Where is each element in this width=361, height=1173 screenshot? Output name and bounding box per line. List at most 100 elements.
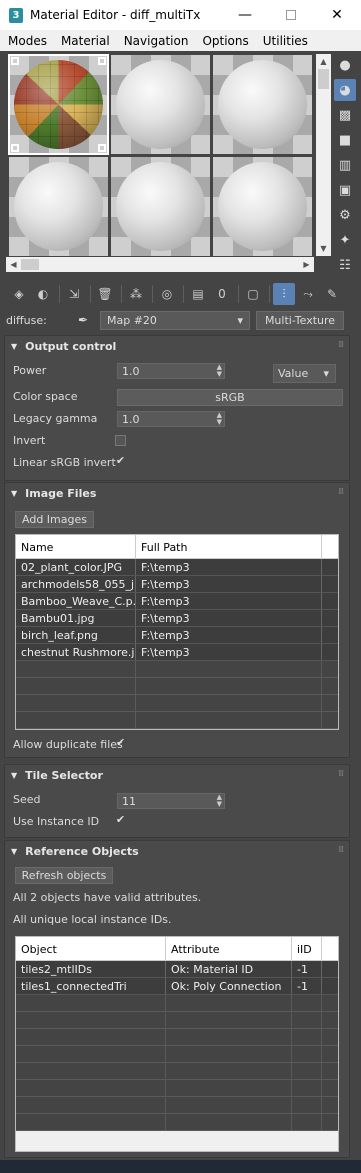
sample-slot-4[interactable]: [9, 157, 108, 256]
file-path-cell: F:\temp3: [136, 576, 322, 592]
make-unique-icon[interactable]: ⁂: [125, 283, 147, 305]
column-header-object[interactable]: Object: [16, 937, 166, 961]
show-end-result-icon[interactable]: ▢: [242, 283, 264, 305]
column-header-full-path[interactable]: Full Path: [136, 535, 322, 559]
map-name-combo[interactable]: Map #20 ▾: [100, 310, 250, 330]
video-color-check-icon[interactable]: ▥: [334, 154, 356, 176]
window-title: Material Editor - diff_multiTx: [30, 8, 201, 22]
image-files-table[interactable]: Name Full Path 02_plant_color.JPG F:\temp…: [15, 534, 339, 730]
map-name-row: diffuse: ✒ Map #20 ▾ Multi-Texture: [0, 309, 361, 331]
assign-to-selection-icon[interactable]: ⇲: [63, 283, 85, 305]
column-header-attribute[interactable]: Attribute: [166, 937, 292, 961]
color-space-button[interactable]: sRGB: [117, 389, 343, 406]
sample-slot-3[interactable]: [213, 55, 312, 154]
sphere-sample-icon[interactable]: ●: [334, 54, 356, 76]
slots-horizontal-scrollbar[interactable]: ◀ ▶: [6, 257, 314, 272]
table-row[interactable]: birch_leaf.png F:\temp3: [16, 627, 338, 644]
table-row[interactable]: 02_plant_color.JPG F:\temp3: [16, 559, 338, 576]
make-preview-icon[interactable]: ▣: [334, 179, 356, 201]
allow-duplicate-files-label: Allow duplicate files: [13, 738, 123, 751]
image-files-rollout: ▼ Image Files ⁞⁞ Add Images Name Full Pa…: [4, 482, 350, 758]
scroll-thumb[interactable]: [21, 259, 39, 270]
status-unique-ids: All unique local instance IDs.: [13, 913, 172, 926]
pick-material-icon[interactable]: ✎: [321, 283, 343, 305]
collapse-triangle-icon: ▼: [11, 846, 18, 856]
reference-objects-rollout: ▼ Reference Objects ⁞⁞ Refresh objects A…: [4, 840, 350, 1158]
file-path-cell: F:\temp3: [136, 559, 322, 575]
use-instance-id-checkbox[interactable]: ✔: [115, 814, 126, 826]
menu-modes[interactable]: Modes: [8, 34, 47, 48]
scroll-thumb[interactable]: [318, 69, 329, 89]
table-header: Object Attribute iID: [16, 937, 338, 961]
options-icon[interactable]: ⚙: [334, 204, 356, 226]
collapse-triangle-icon: ▼: [11, 770, 18, 780]
iid-cell: -1: [292, 978, 322, 994]
power-spinner[interactable]: 1.0 ▲ ▼: [117, 363, 225, 379]
empty-row: [16, 695, 338, 712]
map-type-button[interactable]: Multi-Texture: [256, 310, 344, 330]
reset-map-icon[interactable]: 🗑: [94, 283, 116, 305]
menu-options[interactable]: Options: [202, 34, 248, 48]
sample-slot-6[interactable]: [213, 157, 312, 256]
sample-slot-5[interactable]: [111, 157, 210, 256]
invert-checkbox[interactable]: [115, 435, 126, 446]
image-files-header[interactable]: ▼ Image Files ⁞⁞: [5, 483, 349, 503]
select-by-material-icon[interactable]: ✦: [334, 229, 356, 251]
menu-material[interactable]: Material: [61, 34, 110, 48]
eyedropper-icon[interactable]: ✒: [78, 313, 94, 327]
minimize-button[interactable]: —: [222, 0, 268, 30]
legacy-gamma-spinner[interactable]: 1.0 ▲ ▼: [117, 411, 225, 427]
linear-srgb-invert-checkbox[interactable]: ✔: [115, 455, 126, 467]
empty-row: [16, 995, 338, 1012]
table-row[interactable]: Bambu01.jpg F:\temp3: [16, 610, 338, 627]
show-shaded-material-icon[interactable]: 0: [211, 283, 233, 305]
background-checker-icon[interactable]: ▩: [334, 104, 356, 126]
close-button[interactable]: ✕: [314, 0, 360, 30]
sample-slot-2[interactable]: [111, 55, 210, 154]
seed-value: 11: [122, 794, 136, 808]
file-path-cell: F:\temp3: [136, 644, 322, 660]
go-to-parent-icon[interactable]: ⫶: [273, 283, 295, 305]
table-row[interactable]: tiles2_mtlIDs Ok: Material ID -1: [16, 961, 338, 978]
menu-bar: Modes Material Navigation Options Utilit…: [0, 30, 361, 51]
tile-selector-header[interactable]: ▼ Tile Selector ⁞⁞: [5, 765, 349, 785]
refresh-objects-button[interactable]: Refresh objects: [15, 867, 113, 884]
go-forward-to-sibling-icon[interactable]: ⤳: [297, 283, 319, 305]
scroll-down-icon[interactable]: ▼: [316, 241, 331, 256]
seed-spinner[interactable]: 11 ▲ ▼: [117, 793, 225, 809]
get-material-icon[interactable]: ◈: [8, 283, 30, 305]
reference-objects-table[interactable]: Object Attribute iID tiles2_mtlIDs Ok: M…: [15, 936, 339, 1152]
object-cell: tiles1_connectedTri: [16, 978, 166, 994]
scroll-left-icon[interactable]: ◀: [6, 257, 21, 272]
put-to-library-icon[interactable]: ◎: [156, 283, 178, 305]
sample-slot-1[interactable]: [8, 54, 109, 155]
table-row[interactable]: Bamboo_Weave_C.p... F:\temp3: [16, 593, 338, 610]
table-row[interactable]: archmodels58_055_j... F:\temp3: [16, 576, 338, 593]
put-to-scene-icon[interactable]: ◐: [32, 283, 54, 305]
power-mode-select[interactable]: Value ▾: [273, 364, 336, 383]
drag-grip-icon[interactable]: ⁞⁞: [338, 769, 344, 779]
scroll-right-icon[interactable]: ▶: [299, 257, 314, 272]
table-row[interactable]: chestnut Rushmore.jpg F:\temp3: [16, 644, 338, 661]
maximize-button[interactable]: [268, 0, 314, 30]
sample-uv-tiling-icon[interactable]: ■: [334, 129, 356, 151]
drag-grip-icon[interactable]: ⁞⁞: [338, 340, 344, 350]
column-header-name[interactable]: Name: [16, 535, 136, 559]
material-id-channel-icon[interactable]: ▤: [187, 283, 209, 305]
output-control-header[interactable]: ▼ Output control ⁞⁞: [5, 336, 349, 356]
slots-vertical-scrollbar[interactable]: ▲ ▼: [316, 54, 331, 256]
material-map-navigator-icon[interactable]: ☷: [334, 254, 356, 276]
table-row[interactable]: tiles1_connectedTri Ok: Poly Connection …: [16, 978, 338, 995]
scroll-up-icon[interactable]: ▲: [316, 54, 331, 69]
use-instance-id-label: Use Instance ID: [13, 815, 100, 828]
menu-utilities[interactable]: Utilities: [263, 34, 308, 48]
menu-navigation[interactable]: Navigation: [124, 34, 189, 48]
drag-grip-icon[interactable]: ⁞⁞: [338, 845, 344, 855]
add-images-button[interactable]: Add Images: [15, 511, 94, 528]
allow-duplicate-files-checkbox[interactable]: ✔: [115, 737, 126, 749]
backlight-icon[interactable]: ◕: [334, 79, 356, 101]
column-header-iid[interactable]: iID: [292, 937, 322, 961]
chevron-down-icon: ▾: [237, 313, 243, 327]
reference-objects-header[interactable]: ▼ Reference Objects ⁞⁞: [5, 841, 349, 861]
drag-grip-icon[interactable]: ⁞⁞: [338, 487, 344, 497]
